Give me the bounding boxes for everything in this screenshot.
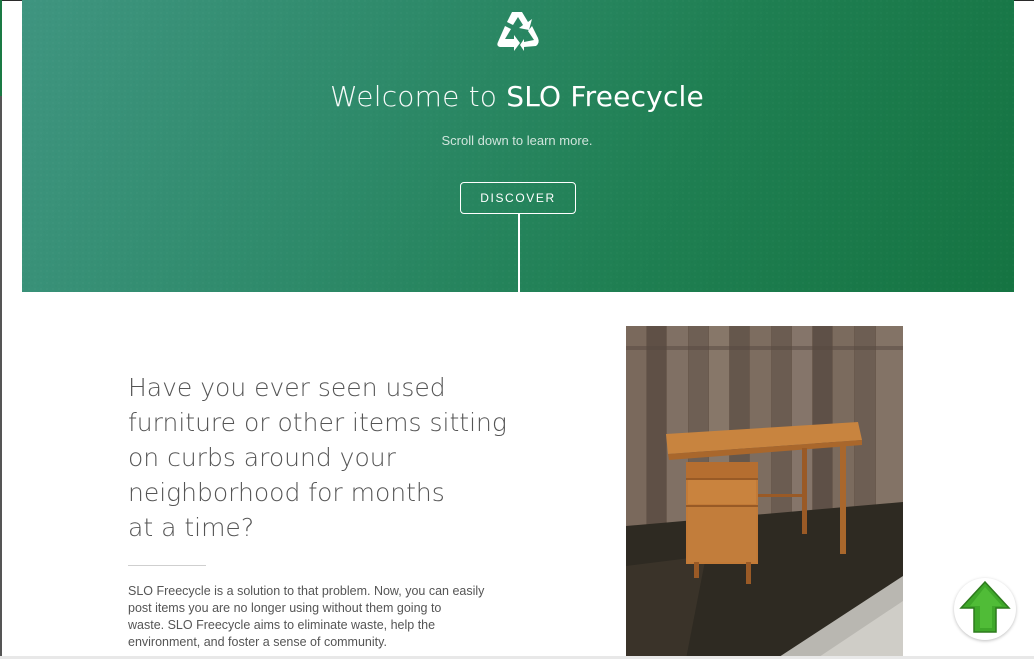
section-divider [128,565,206,566]
intro-headline: Have you ever seen used furniture or oth… [128,370,528,545]
body-line: post items you are no longer using witho… [128,601,442,615]
hero-title-prefix: Welcome to [330,80,507,113]
headline-line: on curbs around your [128,443,396,472]
scroll-top-button[interactable] [954,578,1016,640]
headline-line: furniture or other items sitting [128,408,507,437]
headline-line: neighborhood for months [128,478,445,507]
body-line: waste. SLO Freecycle aims to eliminate w… [128,618,436,632]
body-line: SLO Freecycle is a solution to that prob… [128,584,485,598]
discover-button[interactable]: DISCOVER [460,182,576,214]
body-line: environment, and foster a sense of commu… [128,635,387,649]
intro-body: SLO Freecycle is a solution to that prob… [128,583,508,651]
headline-line: Have you ever seen used [128,373,446,402]
hero-title-brand: SLO Freecycle [506,80,704,113]
headline-line: at a time? [128,513,255,542]
recycle-icon [497,12,539,51]
up-arrow-icon [959,580,1011,633]
hero-title: Welcome to SLO Freecycle [0,80,1034,113]
hero-subtitle: Scroll down to learn more. [441,133,593,148]
discover-line [518,214,520,292]
desk-photo [626,326,903,659]
